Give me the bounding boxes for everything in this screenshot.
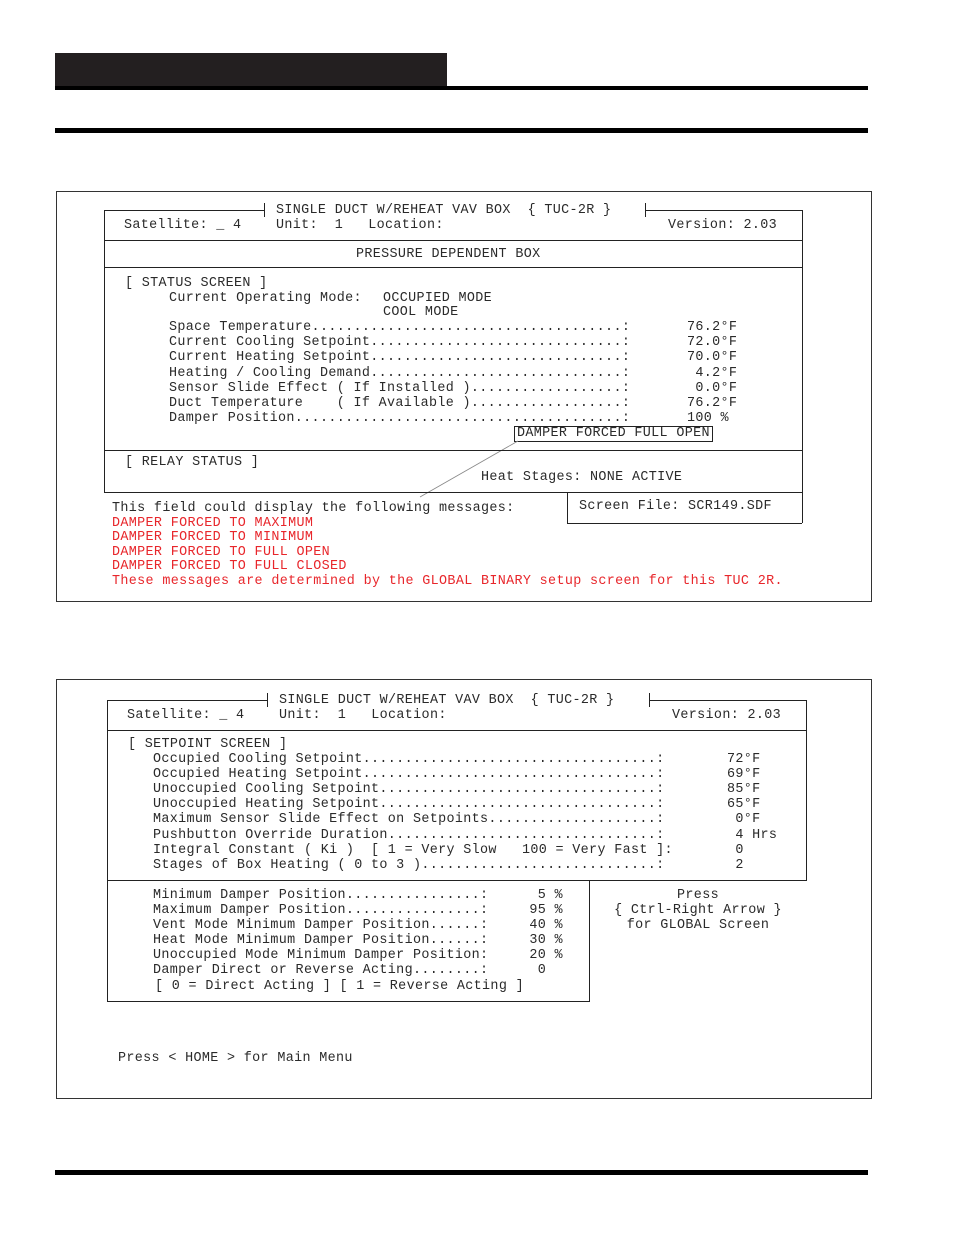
relay-status-title: [ RELAY STATUS ] — [125, 455, 260, 470]
setpoint-row-label: Maximum Sensor Slide Effect on Setpoints… — [153, 812, 665, 827]
title-line-right — [649, 700, 806, 701]
setpoint-row-label: Integral Constant ( Ki ) [ 1 = Very Slow… — [153, 843, 673, 858]
damper-row-value: 0 — [521, 963, 547, 978]
setpoint-screen-title: [ SETPOINT SCREEN ] — [128, 737, 288, 752]
damper-row-label: Maximum Damper Position................: — [153, 903, 489, 918]
annotation-message: DAMPER FORCED TO MINIMUM — [112, 530, 314, 545]
title-line-left — [107, 700, 267, 701]
setpoint-row-label: Pushbutton Override Duration............… — [153, 828, 665, 843]
title-tick-left — [267, 693, 268, 707]
damper-row-label: Damper Direct or Reverse Acting........: — [153, 963, 489, 978]
damper-row-label: Vent Mode Minimum Damper Position......: — [153, 918, 489, 933]
heat-stages-label: Heat Stages: NONE ACTIVE — [481, 470, 683, 485]
satellite-field: Satellite: _ 4 — [127, 708, 245, 723]
damper-row-value: 30 % — [521, 933, 563, 948]
annotation-message: DAMPER FORCED TO FULL OPEN — [112, 545, 331, 560]
setpoint-row-value: 69°F — [727, 767, 761, 782]
unit-location-field: Unit: 1 Location: — [279, 708, 447, 723]
divider — [107, 730, 806, 731]
annotation-note: These messages are determined by the GLO… — [112, 574, 783, 589]
divider — [107, 880, 806, 881]
setpoint-row-value: 0 — [727, 843, 744, 858]
annotation-message: DAMPER FORCED TO FULL CLOSED — [112, 559, 347, 574]
setpoint-row-value: 2 — [727, 858, 744, 873]
version-label: Version: 2.03 — [672, 708, 782, 723]
setpoint-row-value: 72°F — [727, 752, 761, 767]
setpoint-row-value: 0°F — [727, 812, 761, 827]
global-hint-line: for GLOBAL Screen — [626, 918, 770, 933]
setpoint-row-value: 65°F — [727, 797, 761, 812]
damper-row-label: Heat Mode Minimum Damper Position......: — [153, 933, 489, 948]
screen-title: SINGLE DUCT W/REHEAT VAV BOX { TUC-2R } — [279, 693, 615, 708]
setpoint-row-label: Unoccupied Cooling Setpoint.............… — [153, 782, 665, 797]
damper-row-value: 95 % — [521, 903, 563, 918]
screen-border-left — [107, 700, 108, 1002]
home-hint: Press < HOME > for Main Menu — [118, 1051, 353, 1066]
damper-row-value: 20 % — [521, 948, 563, 963]
footer-rule — [55, 1170, 868, 1175]
damper-row-label: Unoccupied Mode Minimum Damper Position: — [153, 948, 489, 963]
acting-legend: [ 0 = Direct Acting ] [ 1 = Reverse Acti… — [155, 979, 524, 994]
damper-row-value: 5 % — [521, 888, 563, 903]
screen-file-border — [567, 523, 802, 524]
divider — [104, 492, 802, 493]
setpoint-row-value: 4 Hrs — [727, 828, 778, 843]
screen-file-border — [567, 492, 568, 523]
setpoint-row-label: Occupied Heating Setpoint...............… — [153, 767, 665, 782]
damper-panel-border — [107, 1001, 589, 1002]
setpoint-row-label: Unoccupied Heating Setpoint.............… — [153, 797, 665, 812]
annotation-intro: This field could display the following m… — [112, 501, 515, 516]
damper-row-value: 40 % — [521, 918, 563, 933]
screen-border-right — [806, 700, 807, 881]
global-hint-line: { Ctrl-Right Arrow } — [614, 903, 782, 918]
global-hint-line: Press — [677, 888, 719, 903]
setpoint-row-label: Stages of Box Heating ( 0 to 3 )........… — [153, 858, 665, 873]
setpoint-row-label: Occupied Cooling Setpoint...............… — [153, 752, 665, 767]
annotation-message: DAMPER FORCED TO MAXIMUM — [112, 516, 314, 531]
screen-file-label: Screen File: SCR149.SDF — [579, 499, 772, 514]
divider — [104, 450, 802, 451]
damper-row-label: Minimum Damper Position................: — [153, 888, 489, 903]
setpoint-row-value: 85°F — [727, 782, 761, 797]
